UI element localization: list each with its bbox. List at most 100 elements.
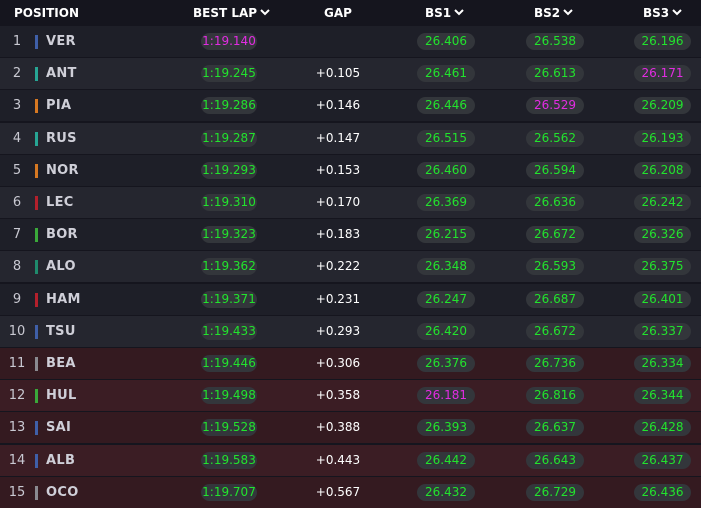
chevron-down-icon bbox=[454, 9, 464, 16]
bs3-time: 26.344 bbox=[634, 387, 691, 405]
bs3-time: 26.428 bbox=[634, 419, 691, 437]
bs3-time: 26.208 bbox=[634, 161, 691, 179]
best-lap-time: 1:19.362 bbox=[201, 258, 257, 276]
table-header: POSITION BEST LAP GAP BS1 BS2 BS3 bbox=[0, 0, 701, 26]
gap-value: +0.231 bbox=[315, 291, 361, 306]
best-lap-time: 1:19.446 bbox=[201, 355, 257, 372]
table-row[interactable]: 1 VER 1:19.140 26.406 26.538 26.196 bbox=[0, 26, 701, 57]
bs2-time: 26.594 bbox=[526, 161, 584, 179]
column-header-position[interactable]: POSITION bbox=[14, 0, 79, 26]
team-color-bar bbox=[35, 485, 38, 500]
bs3-time: 26.209 bbox=[634, 97, 691, 115]
driver-code: NOR bbox=[46, 162, 79, 178]
team-color-bar bbox=[35, 35, 38, 49]
table-row[interactable]: 14 ALB +0.443 1:19.583 26.442 26.643 26.437 bbox=[0, 444, 701, 476]
position-number: 13 bbox=[8, 420, 26, 436]
bs2-time: 26.538 bbox=[526, 33, 584, 50]
bs1-time: 26.247 bbox=[417, 290, 475, 308]
chevron-down-icon bbox=[672, 9, 682, 16]
team-color-bar bbox=[35, 357, 38, 371]
position-number: 2 bbox=[12, 66, 22, 82]
position-number: 12 bbox=[8, 388, 26, 404]
best-lap-time: 1:19.286 bbox=[201, 97, 257, 115]
team-color-bar bbox=[35, 99, 38, 114]
bs1-time: 26.446 bbox=[417, 97, 475, 115]
position-number: 4 bbox=[12, 130, 22, 146]
bs2-time: 26.687 bbox=[526, 290, 584, 308]
driver-code: VER bbox=[46, 34, 76, 49]
bs3-time: 26.171 bbox=[634, 65, 691, 83]
column-header-gap[interactable]: GAP bbox=[298, 0, 378, 26]
gap-value: +0.105 bbox=[315, 66, 361, 81]
gap-value bbox=[298, 26, 378, 57]
table-row[interactable]: 12 HUL +0.358 1:19.498 26.181 26.816 26.344 bbox=[0, 380, 701, 412]
bs3-time: 26.375 bbox=[634, 258, 691, 276]
chevron-down-icon bbox=[260, 9, 270, 16]
gap-value: +0.567 bbox=[315, 484, 361, 499]
gap-value: +0.306 bbox=[315, 356, 361, 370]
driver-code: LEC bbox=[46, 195, 74, 210]
team-color-bar bbox=[35, 163, 38, 178]
table-row[interactable]: 11 BEA +0.306 1:19.446 26.376 26.736 26.334 bbox=[0, 348, 701, 379]
position-number: 15 bbox=[8, 484, 26, 500]
position-number: 6 bbox=[12, 195, 22, 210]
best-lap-time: 1:19.433 bbox=[201, 322, 257, 340]
bs1-time: 26.369 bbox=[417, 194, 475, 211]
driver-code: RUS bbox=[46, 130, 77, 146]
best-lap-time: 1:19.498 bbox=[201, 387, 257, 405]
bs3-time: 26.337 bbox=[634, 322, 691, 340]
position-number: 8 bbox=[12, 259, 22, 275]
table-row[interactable]: 9 HAM +0.231 1:19.371 26.247 26.687 26.401 bbox=[0, 283, 701, 315]
table-row[interactable]: 13 SAI +0.388 1:19.528 26.393 26.637 26.428 bbox=[0, 412, 701, 444]
best-lap-time: 1:19.245 bbox=[201, 65, 257, 83]
bs3-time: 26.437 bbox=[634, 451, 691, 469]
bs3-time: 26.242 bbox=[634, 194, 691, 211]
table-row[interactable]: 5 NOR +0.153 1:19.293 26.460 26.594 26.208 bbox=[0, 154, 701, 186]
column-header-bs2[interactable]: BS2 bbox=[534, 0, 573, 26]
gap-value: +0.146 bbox=[315, 98, 361, 113]
team-color-bar bbox=[35, 260, 38, 275]
column-header-bs2-label: BS2 bbox=[534, 6, 561, 20]
gap-value: +0.222 bbox=[315, 259, 361, 274]
column-header-bs1[interactable]: BS1 bbox=[425, 0, 464, 26]
column-header-bs1-label: BS1 bbox=[425, 6, 452, 20]
table-row[interactable]: 4 RUS +0.147 1:19.287 26.515 26.562 26.193 bbox=[0, 122, 701, 154]
gap-value: +0.293 bbox=[315, 323, 361, 338]
table-row[interactable]: 6 LEC +0.170 1:19.310 26.369 26.636 26.242 bbox=[0, 187, 701, 218]
table-row[interactable]: 8 ALO +0.222 1:19.362 26.348 26.593 26.375 bbox=[0, 251, 701, 283]
table-row[interactable]: 3 PIA +0.146 1:19.286 26.446 26.529 26.209 bbox=[0, 90, 701, 122]
position-number: 14 bbox=[8, 452, 26, 468]
bs2-time: 26.643 bbox=[526, 451, 584, 469]
bs1-time: 26.460 bbox=[417, 161, 475, 179]
bs2-time: 26.672 bbox=[526, 322, 584, 340]
driver-code: OCO bbox=[46, 484, 79, 500]
best-lap-time: 1:19.583 bbox=[201, 451, 257, 469]
bs3-time: 26.326 bbox=[634, 226, 691, 244]
best-lap-time: 1:19.287 bbox=[201, 129, 257, 147]
table-row[interactable]: 15 OCO +0.567 1:19.707 26.432 26.729 26.436 bbox=[0, 476, 701, 508]
column-header-best-lap[interactable]: BEST LAP bbox=[193, 0, 270, 26]
team-color-bar bbox=[35, 131, 38, 146]
position-number: 11 bbox=[8, 356, 26, 371]
table-row[interactable]: 7 BOR +0.183 1:19.323 26.215 26.672 26.326 bbox=[0, 219, 701, 251]
table-row[interactable]: 2 ANT +0.105 1:19.245 26.461 26.613 26.171 bbox=[0, 58, 701, 90]
bs3-time: 26.196 bbox=[634, 33, 691, 50]
driver-code: HUL bbox=[46, 388, 77, 404]
bs3-time: 26.334 bbox=[634, 355, 691, 372]
team-color-bar bbox=[35, 228, 38, 243]
best-lap-time: 1:19.140 bbox=[201, 33, 257, 50]
driver-code: SAI bbox=[46, 420, 72, 436]
column-header-bs3[interactable]: BS3 bbox=[643, 0, 682, 26]
best-lap-time: 1:19.371 bbox=[201, 290, 257, 308]
driver-code: ANT bbox=[46, 66, 77, 82]
bs2-time: 26.636 bbox=[526, 194, 584, 211]
bs2-time: 26.672 bbox=[526, 226, 584, 244]
best-lap-time: 1:19.528 bbox=[201, 419, 257, 437]
position-number: 10 bbox=[8, 323, 26, 339]
team-color-bar bbox=[35, 292, 38, 307]
column-header-position-label: POSITION bbox=[14, 6, 79, 20]
best-lap-time: 1:19.310 bbox=[201, 194, 257, 211]
table-row[interactable]: 10 TSU +0.293 1:19.433 26.420 26.672 26.337 bbox=[0, 315, 701, 347]
driver-code: TSU bbox=[46, 323, 76, 339]
column-header-best-lap-label: BEST LAP bbox=[193, 6, 258, 20]
